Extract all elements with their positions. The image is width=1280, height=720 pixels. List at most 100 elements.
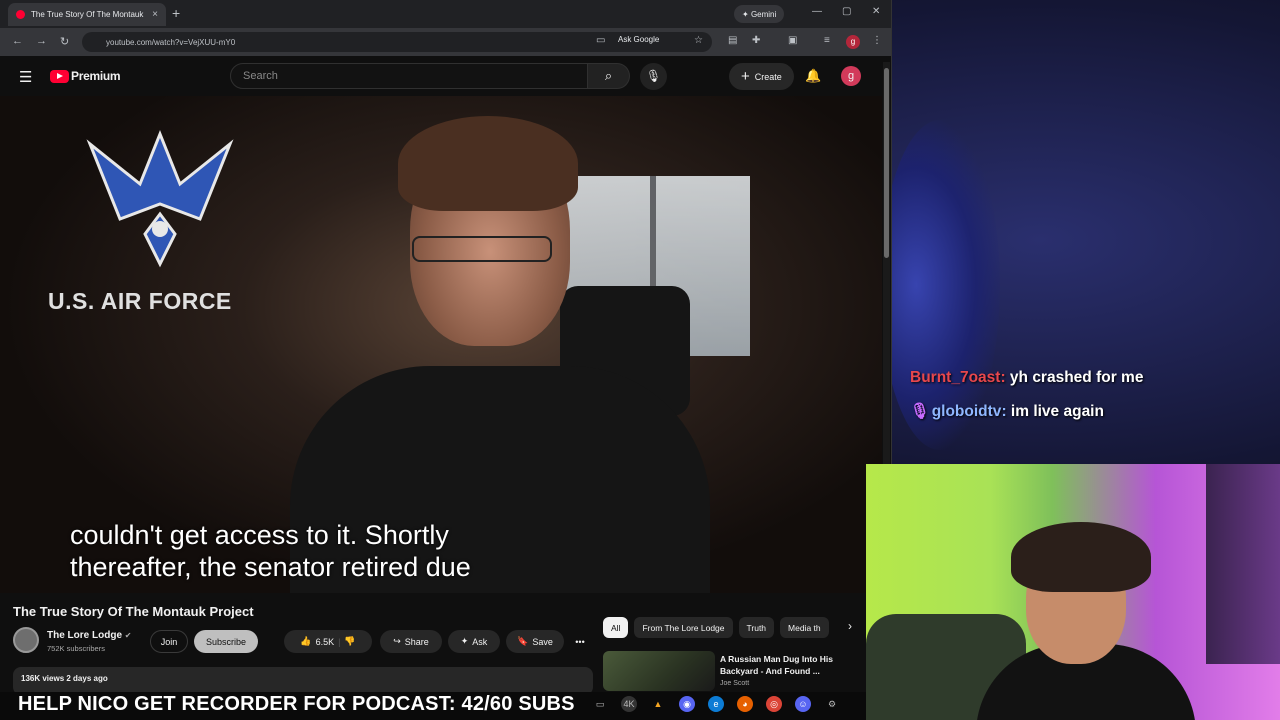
chip-truth[interactable]: Truth bbox=[738, 617, 775, 638]
subscriber-count: 752K subscribers bbox=[47, 644, 105, 653]
sidepanel-icon[interactable]: ▣ bbox=[788, 35, 797, 46]
webcam-feed bbox=[866, 464, 1280, 720]
presenter-hair bbox=[398, 116, 578, 211]
cast-icon[interactable]: ▭ bbox=[596, 35, 605, 46]
settings-icon[interactable]: ⚙ bbox=[824, 696, 840, 712]
logo-text: Premium bbox=[71, 69, 121, 83]
recommendation-title[interactable]: A Russian Man Dug Into His Backyard - An… bbox=[720, 653, 860, 677]
reload-icon[interactable]: ↻ bbox=[60, 35, 69, 48]
browser-tab[interactable]: The True Story Of The Montauk × bbox=[8, 3, 166, 26]
ask-google-button[interactable]: Ask Google bbox=[618, 35, 659, 44]
streamer-hair bbox=[1011, 522, 1151, 592]
youtube-logo[interactable]: Premium bbox=[50, 69, 121, 83]
reading-list-icon[interactable]: ≡ bbox=[824, 35, 830, 46]
chip-all[interactable]: All bbox=[603, 617, 629, 638]
gemini-button[interactable]: ✦ Gemini bbox=[734, 5, 785, 23]
maximize-icon[interactable]: ▢ bbox=[842, 6, 851, 17]
browser-profile-avatar[interactable]: g bbox=[846, 35, 860, 49]
verified-icon: ✔ bbox=[124, 631, 132, 640]
more-icon: ••• bbox=[575, 636, 585, 647]
ask-label: Ask bbox=[472, 636, 488, 647]
trash-icon[interactable]: ▤ bbox=[728, 35, 737, 46]
background-orb bbox=[880, 120, 1000, 450]
chat-username: Burnt_7oast bbox=[910, 369, 1001, 386]
4k-icon[interactable]: 4K bbox=[621, 696, 637, 712]
url-text: youtube.com/watch?v=VejXUU-mY0 bbox=[106, 37, 236, 47]
air-force-wings-icon bbox=[86, 129, 234, 268]
microphone-badge-icon: 🎙 bbox=[910, 403, 930, 420]
webcam-doorway bbox=[1206, 464, 1280, 664]
air-force-text: U.S. AIR FORCE bbox=[48, 288, 232, 314]
bookmark-icon: 🔖 bbox=[517, 636, 529, 646]
more-actions-button[interactable]: ••• bbox=[570, 630, 590, 653]
tab-title: The True Story Of The Montauk bbox=[31, 10, 144, 19]
vlc-icon[interactable]: ▲ bbox=[650, 696, 666, 712]
discord-icon[interactable]: ☺ bbox=[795, 696, 811, 712]
chat-text: yh crashed for me bbox=[1009, 369, 1144, 386]
scrollbar-thumb[interactable] bbox=[884, 68, 889, 258]
youtube-header: ☰ Premium Search ⌕ 🎙 + Create 🔔 g bbox=[0, 56, 891, 96]
new-tab-button[interactable]: + bbox=[172, 5, 180, 21]
bookmark-star-icon[interactable]: ☆ bbox=[694, 35, 703, 46]
channel-name-text: The Lore Lodge bbox=[47, 630, 122, 641]
description-box[interactable]: 136K views 2 days ago bbox=[13, 667, 593, 692]
taskbar-icons: ▭ 4K ▲ ◉ e ◕ ◎ ☺ ⚙ bbox=[592, 696, 840, 712]
youtube-favicon-icon bbox=[16, 10, 25, 19]
forward-icon[interactable]: → bbox=[36, 35, 47, 47]
gemini-label: Gemini bbox=[750, 9, 777, 19]
presenter-glasses bbox=[412, 236, 552, 262]
ask-button[interactable]: ✦ Ask bbox=[448, 630, 500, 653]
close-window-icon[interactable]: ✕ bbox=[872, 6, 880, 17]
youtube-avatar[interactable]: g bbox=[841, 66, 861, 86]
recommendation-thumbnail[interactable] bbox=[603, 651, 715, 691]
share-button[interactable]: ↪ Share bbox=[380, 630, 442, 653]
close-tab-icon[interactable]: × bbox=[152, 9, 158, 20]
tab-bar: The True Story Of The Montauk × + ✦ Gemi… bbox=[0, 0, 891, 28]
channel-avatar[interactable] bbox=[13, 627, 39, 653]
search-button[interactable]: ⌕ bbox=[588, 63, 630, 89]
back-icon[interactable]: ← bbox=[12, 35, 23, 47]
chip-from-channel[interactable]: From The Lore Lodge bbox=[634, 617, 733, 638]
create-button[interactable]: + Create bbox=[729, 63, 794, 90]
dislike-icon[interactable]: 👎 bbox=[344, 636, 355, 647]
save-label: Save bbox=[532, 636, 553, 647]
subscribe-button[interactable]: Subscribe bbox=[194, 630, 258, 653]
notifications-bell-icon[interactable]: 🔔 bbox=[805, 68, 821, 84]
chevron-right-icon[interactable]: › bbox=[848, 619, 852, 633]
plus-icon: + bbox=[741, 68, 750, 85]
search-icon: ⌕ bbox=[604, 68, 613, 83]
browser-menu-icon[interactable]: ⋮ bbox=[872, 35, 882, 46]
chat-text: im live again bbox=[1010, 403, 1104, 420]
like-count[interactable]: 6.5K bbox=[316, 637, 335, 647]
video-title: The True Story Of The Montauk Project bbox=[13, 604, 254, 619]
share-icon: ↪ bbox=[393, 636, 401, 646]
chat-message: Burnt_7oast: yh crashed for me bbox=[910, 369, 1143, 387]
share-label: Share bbox=[404, 636, 429, 647]
chat-message: 🎙 globoidtv: im live again bbox=[910, 402, 1104, 421]
voice-search-button[interactable]: 🎙 bbox=[640, 63, 667, 90]
extensions-icon[interactable]: ✚ bbox=[752, 35, 760, 46]
create-label: Create bbox=[754, 71, 782, 82]
screen-icon[interactable]: ▭ bbox=[592, 696, 608, 712]
address-bar-row: ← → ↻ youtube.com/watch?v=VejXUU-mY0 ▭ A… bbox=[0, 28, 891, 56]
recommendation-channel[interactable]: Joe Scott bbox=[720, 680, 749, 687]
join-button[interactable]: Join bbox=[150, 630, 188, 653]
like-icon[interactable]: 👍 bbox=[300, 636, 311, 647]
app-icon[interactable]: ◉ bbox=[679, 696, 695, 712]
chrome-icon[interactable]: ◎ bbox=[766, 696, 782, 712]
firefox-icon[interactable]: ◕ bbox=[737, 696, 753, 712]
chip-media[interactable]: Media th bbox=[780, 617, 829, 638]
save-button[interactable]: 🔖 Save bbox=[506, 630, 564, 653]
views-date: 136K views 2 days ago bbox=[21, 674, 108, 683]
sparkle-icon: ✦ bbox=[742, 9, 751, 19]
hamburger-menu-icon[interactable]: ☰ bbox=[19, 68, 32, 86]
search-input[interactable]: Search bbox=[230, 63, 588, 89]
caption-line-2: thereafter, the senator retired due bbox=[70, 552, 471, 582]
channel-name[interactable]: The Lore Lodge ✔ bbox=[47, 630, 131, 641]
stream-banner: HELP NICO GET RECORDER FOR PODCAST: 42/6… bbox=[18, 693, 575, 715]
chat-colon: : bbox=[1000, 369, 1006, 386]
filter-chips: All From The Lore Lodge Truth Media th bbox=[603, 617, 829, 639]
minimize-icon[interactable]: — bbox=[812, 6, 822, 17]
video-player[interactable]: U.S. AIR FORCE couldn't get access to it… bbox=[0, 96, 882, 593]
edge-icon[interactable]: e bbox=[708, 696, 724, 712]
